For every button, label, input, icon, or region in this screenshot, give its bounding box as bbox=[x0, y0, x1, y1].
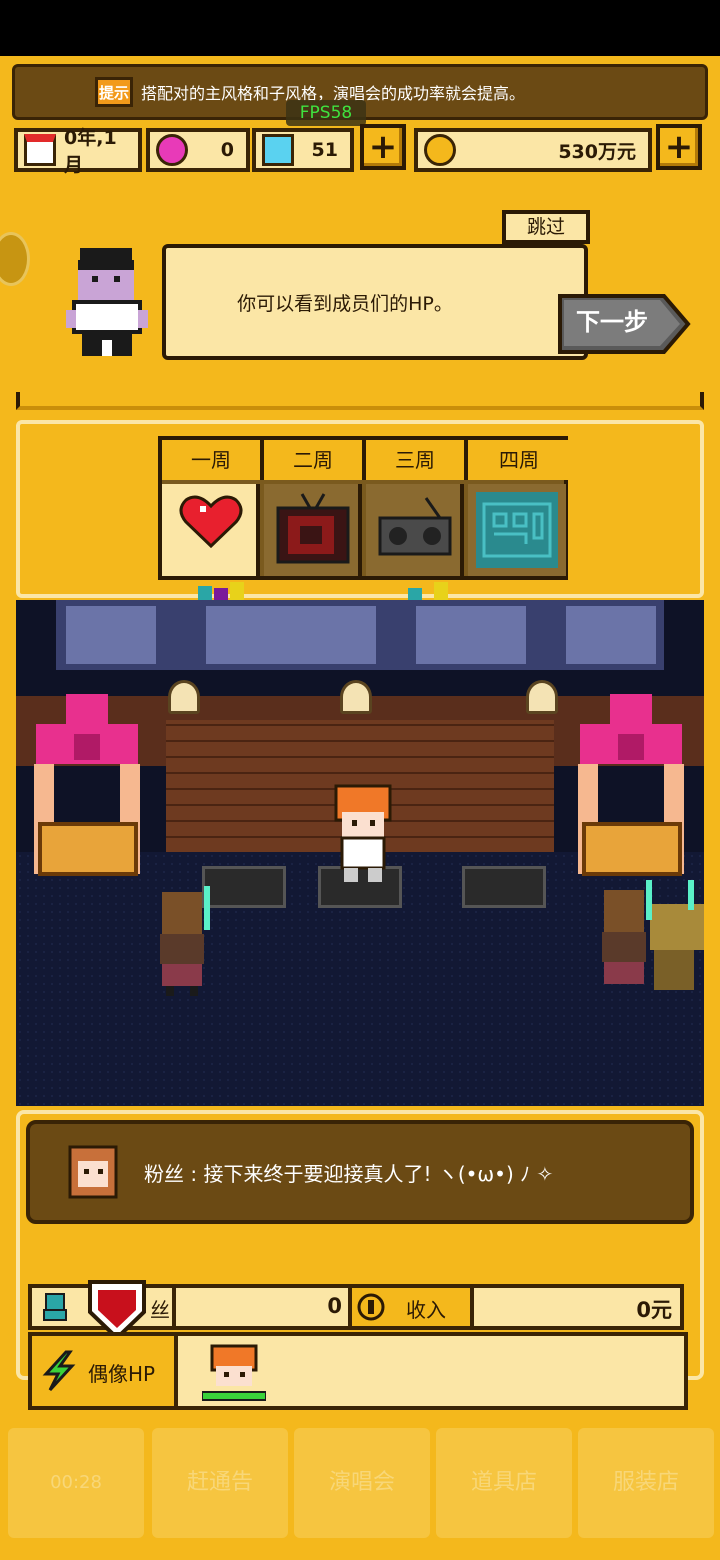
money-display: 530万元 bbox=[414, 128, 652, 172]
next-label: 下一步 bbox=[576, 308, 648, 336]
manager-character bbox=[66, 248, 148, 356]
skip-button[interactable]: 跳过 bbox=[502, 210, 590, 244]
radio-icon bbox=[378, 497, 452, 556]
fan-character bbox=[160, 886, 210, 996]
tab-week-1[interactable]: 一周 bbox=[162, 440, 264, 480]
heart-icon bbox=[179, 495, 243, 549]
pink-gem-display: 0 bbox=[146, 128, 250, 172]
week-4-slot[interactable] bbox=[468, 484, 566, 576]
week-tabs: 一周 二周 三周 四周 bbox=[158, 436, 570, 580]
blue-gem-icon bbox=[262, 134, 294, 166]
fan-icon bbox=[43, 1293, 67, 1321]
add-money-button[interactable]: + bbox=[656, 124, 702, 170]
calendar-icon bbox=[24, 134, 56, 166]
stage-light bbox=[526, 680, 558, 714]
concert-stage bbox=[16, 600, 704, 1106]
ribbon-decoration bbox=[578, 694, 684, 876]
idol-character bbox=[334, 784, 392, 882]
fans-label: 丝 bbox=[150, 1298, 170, 1322]
idol-hp-label: 偶像HP bbox=[88, 1362, 156, 1386]
pink-gem-value: 0 bbox=[220, 139, 234, 161]
idol-hp-row: 偶像HP bbox=[28, 1332, 688, 1410]
dialog-bubble: 你可以看到成员们的HP。 bbox=[162, 244, 588, 360]
fan-avatar bbox=[68, 1145, 118, 1199]
pink-gem-icon bbox=[156, 134, 188, 166]
income-cell: 收入 bbox=[348, 1284, 474, 1330]
date-value: 0年,1月 bbox=[64, 127, 117, 176]
coin-icon bbox=[424, 134, 456, 166]
blue-gem-display: 51 bbox=[252, 128, 354, 172]
stage-backdrop bbox=[56, 600, 664, 670]
income-label: 收入 bbox=[406, 1298, 446, 1322]
locked-slot-icon bbox=[476, 492, 558, 568]
dialog-message: 你可以看到成员们的HP。 bbox=[237, 292, 453, 315]
tab-week-3[interactable]: 三周 bbox=[366, 440, 468, 480]
tab-week-2[interactable]: 二周 bbox=[264, 440, 366, 480]
coin-icon bbox=[357, 1293, 385, 1321]
blue-gem-value: 51 bbox=[311, 139, 338, 161]
speaker bbox=[462, 866, 546, 908]
tv-icon bbox=[276, 493, 350, 564]
status-bar bbox=[0, 0, 720, 56]
fan-message: 粉丝 : 接下来终于要迎接真人了! ヽ(•ω•) ﾉ ✧ bbox=[26, 1120, 694, 1224]
lightning-icon bbox=[42, 1350, 76, 1392]
nav-item-gigs[interactable]: 赶通告 bbox=[152, 1428, 288, 1538]
idol-hp-cell: 偶像HP bbox=[32, 1336, 178, 1406]
fps-counter: FPS58 bbox=[286, 100, 366, 126]
week-2-slot[interactable] bbox=[264, 484, 362, 576]
week-1-slot[interactable] bbox=[162, 484, 260, 576]
bottom-nav: 00:28 赶通告 演唱会 道具店 服装店 bbox=[0, 1420, 720, 1560]
fan-character bbox=[602, 880, 704, 990]
stage-light bbox=[168, 680, 200, 714]
income-value: 0元 bbox=[636, 1298, 672, 1322]
date-display: 0年,1月 bbox=[14, 127, 142, 176]
fans-value: 0 bbox=[327, 1294, 342, 1318]
nav-timer: 00:28 bbox=[8, 1428, 144, 1538]
idol-avatar[interactable] bbox=[202, 1344, 266, 1404]
fan-message-text: 粉丝 : 接下来终于要迎接真人了! ヽ(•ω•) ﾉ ✧ bbox=[144, 1161, 554, 1186]
tab-week-4[interactable]: 四周 bbox=[468, 440, 570, 480]
ribbon-decoration bbox=[34, 694, 140, 876]
nav-item-item-shop[interactable]: 道具店 bbox=[436, 1428, 572, 1538]
resource-row: 0年,1月 0 51 + 530万元 + bbox=[8, 124, 712, 176]
nav-item-costume-shop[interactable]: 服装店 bbox=[578, 1428, 714, 1538]
week-3-slot[interactable] bbox=[366, 484, 464, 576]
hint-badge: 提示 bbox=[95, 77, 133, 107]
next-button[interactable]: 下一步 bbox=[556, 290, 692, 358]
stage-light bbox=[340, 680, 372, 714]
divider bbox=[16, 392, 704, 410]
add-gems-button[interactable]: + bbox=[360, 124, 406, 170]
money-value: 530万元 bbox=[558, 140, 636, 163]
nav-item-concert[interactable]: 演唱会 bbox=[294, 1428, 430, 1538]
